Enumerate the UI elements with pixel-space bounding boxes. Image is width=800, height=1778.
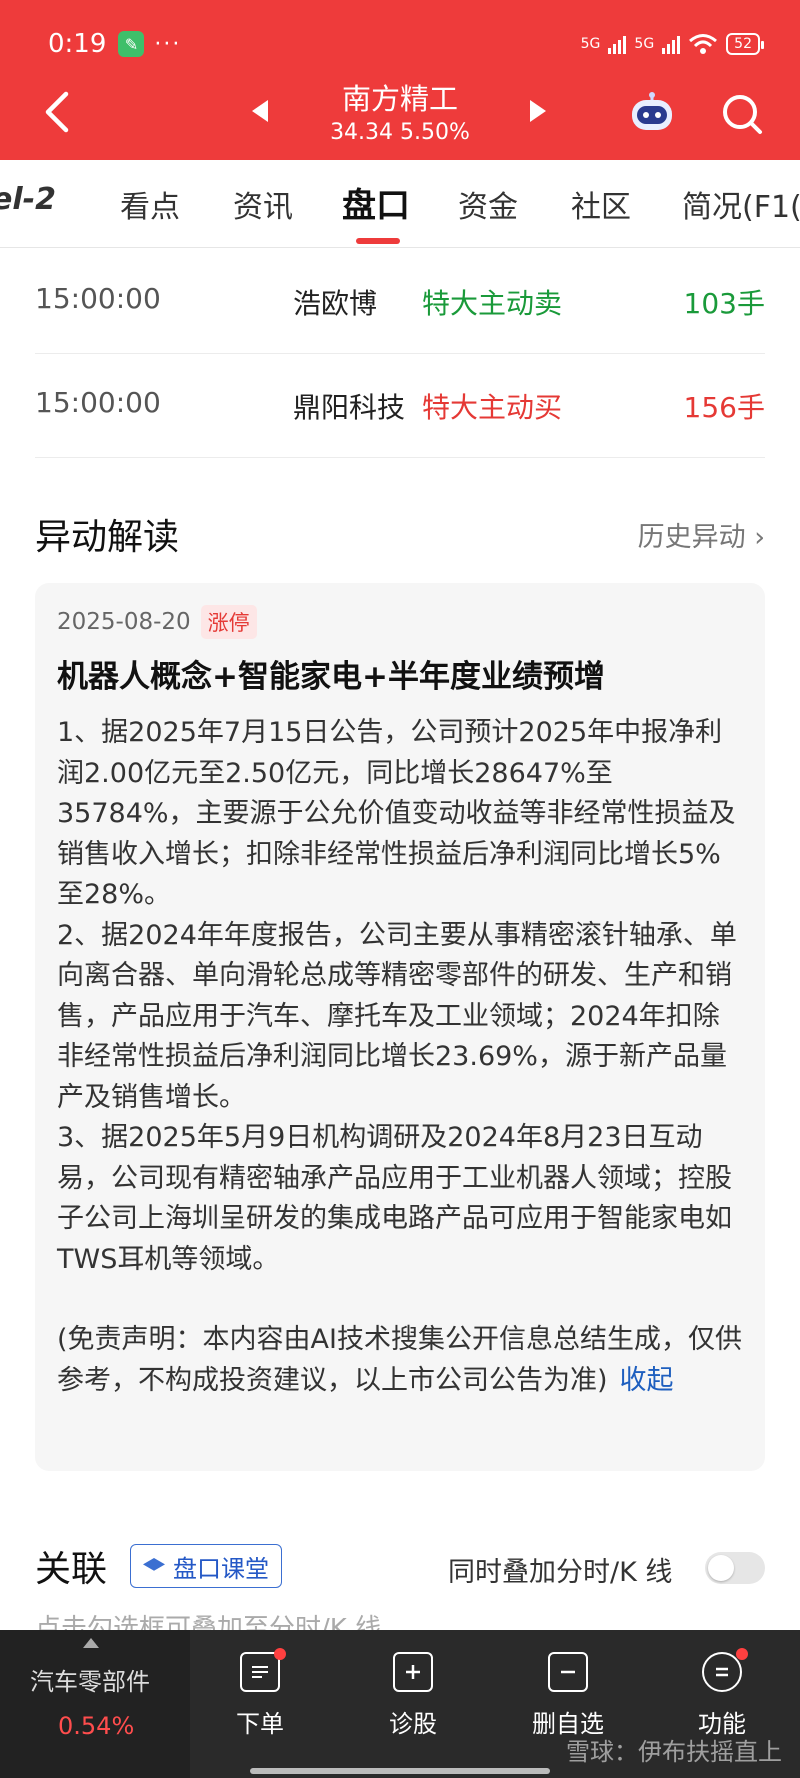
trade-row[interactable]: 15:00:00 鼎阳科技 特大主动买 156手: [35, 354, 765, 458]
function-menu-icon: [702, 1648, 748, 1692]
home-indicator[interactable]: [250, 1768, 550, 1774]
tab-level-2[interactable]: el-2: [0, 182, 56, 217]
anomaly-paragraph: 3、据2025年5月9日机构调研及2024年8月23日互动易，公司现有精密轴承产…: [57, 1122, 732, 1275]
anomaly-date: 2025-08-20: [57, 609, 191, 635]
anomaly-paragraph: 1、据2025年7月15日公告，公司预计2025年中报净利润2.00亿元至2.5…: [57, 717, 736, 910]
tab-community[interactable]: 社区: [571, 182, 631, 226]
disclaimer: (免责声明：本内容由AI技术搜集公开信息总结生成，仅供参考，不构成投资建议，以上…: [57, 1320, 743, 1401]
wifi-icon: [689, 34, 718, 54]
order-icon: [240, 1648, 286, 1692]
trade-time: 15:00:00: [35, 386, 161, 419]
network-label-1: 5G: [580, 36, 601, 52]
notification-dot: [274, 1648, 286, 1660]
search-icon[interactable]: [720, 92, 764, 136]
sector-name: 汽车零部件: [30, 1668, 150, 1696]
watermark: 雪球：伊布扶摇直上: [566, 1738, 782, 1766]
related-section-title: 关联: [35, 1549, 108, 1590]
notification-app-icon: ✎: [118, 31, 145, 57]
active-tab-indicator: [356, 238, 400, 244]
more-notifications-icon: ···: [154, 31, 182, 57]
trade-stock-name: 浩欧博: [293, 287, 378, 320]
next-stock-icon[interactable]: [530, 100, 546, 122]
order-book-course-button[interactable]: 盘口课堂: [130, 1544, 282, 1588]
overlay-toggle-label: 同时叠加分时/K 线: [448, 1557, 673, 1588]
network-label-2: 5G: [634, 36, 655, 52]
anomaly-section-title: 异动解读: [35, 517, 180, 558]
tab-order-book[interactable]: 盘口: [342, 178, 410, 227]
limit-up-badge: 涨停: [200, 605, 257, 639]
stock-nav: 南方精工 34.34 5.50%: [0, 72, 800, 160]
battery-icon: 52: [726, 33, 764, 55]
trade-row[interactable]: 15:00:00 浩欧博 特大主动卖 103手: [35, 250, 765, 354]
remove-watchlist-icon: [548, 1652, 588, 1692]
trade-stock-name: 鼎阳科技: [293, 391, 406, 424]
sector-change: 0.54%: [58, 1712, 135, 1740]
back-icon[interactable]: [38, 88, 86, 136]
tab-news[interactable]: 资讯: [233, 182, 293, 226]
diagnose-label: 诊股: [389, 1710, 437, 1738]
stock-price: 34.34 5.50%: [330, 120, 470, 145]
card-meta: 2025-08-20 涨停: [57, 605, 743, 639]
function-menu-button[interactable]: 功能: [672, 1648, 772, 1739]
diagnose-button[interactable]: 诊股: [363, 1652, 463, 1739]
overlay-toggle[interactable]: [705, 1552, 765, 1584]
trade-volume: 103手: [683, 287, 765, 320]
trade-volume: 156手: [683, 391, 765, 424]
order-label: 下单: [236, 1710, 284, 1738]
signal-icon: [608, 34, 627, 54]
collapse-link[interactable]: 收起: [620, 1365, 674, 1396]
app-header: 0:19 ✎ ··· 5G 5G 52 南方精工 34.34 5.50%: [0, 0, 800, 160]
status-time: 0:19: [48, 29, 107, 59]
ai-robot-icon[interactable]: [628, 92, 676, 132]
bottom-toolbar: 汽车零部件 0.54% 下单 诊股 删自选 功能 雪球：伊布扶摇直上: [0, 1630, 800, 1778]
course-button-label: 盘口课堂: [173, 1554, 269, 1583]
tab-bar: el-2 看点 资讯 盘口 资金 社区 简况(F1(: [0, 160, 800, 248]
trade-type: 特大主动卖: [422, 287, 563, 320]
trade-time: 15:00:00: [35, 282, 161, 315]
graduation-cap-icon: [143, 1558, 165, 1571]
tab-profile[interactable]: 简况(F1(: [682, 182, 800, 226]
notification-dot: [736, 1648, 748, 1660]
signal-icon-2: [662, 34, 681, 54]
anomaly-card-body: 1、据2025年7月15日公告，公司预计2025年中报净利润2.00亿元至2.5…: [57, 713, 743, 1280]
diagnose-icon: [393, 1652, 433, 1692]
anomaly-card: 2025-08-20 涨停 机器人概念+智能家电+半年度业绩预增 1、据2025…: [35, 583, 765, 1471]
tab-fund-flow[interactable]: 资金: [458, 182, 518, 226]
stock-name: 南方精工: [341, 82, 458, 116]
sector-indicator[interactable]: 汽车零部件 0.54%: [0, 1630, 190, 1778]
expand-up-icon: [83, 1638, 99, 1648]
anomaly-paragraph: 2、据2024年年度报告，公司主要从事精密滚针轴承、单向离合器、单向滑轮总成等精…: [57, 919, 737, 1113]
remove-watchlist-button[interactable]: 删自选: [518, 1652, 618, 1739]
prev-stock-icon[interactable]: [252, 100, 268, 122]
status-bar: 0:19 ✎ ··· 5G 5G 52: [48, 24, 764, 64]
anomaly-card-title: 机器人概念+智能家电+半年度业绩预增: [57, 659, 605, 695]
status-right: 5G 5G 52: [580, 33, 764, 55]
history-anomaly-link[interactable]: 历史异动 ›: [638, 515, 765, 554]
order-button[interactable]: 下单: [210, 1648, 310, 1739]
trade-type: 特大主动买: [422, 391, 563, 424]
tab-highlights[interactable]: 看点: [120, 182, 180, 226]
